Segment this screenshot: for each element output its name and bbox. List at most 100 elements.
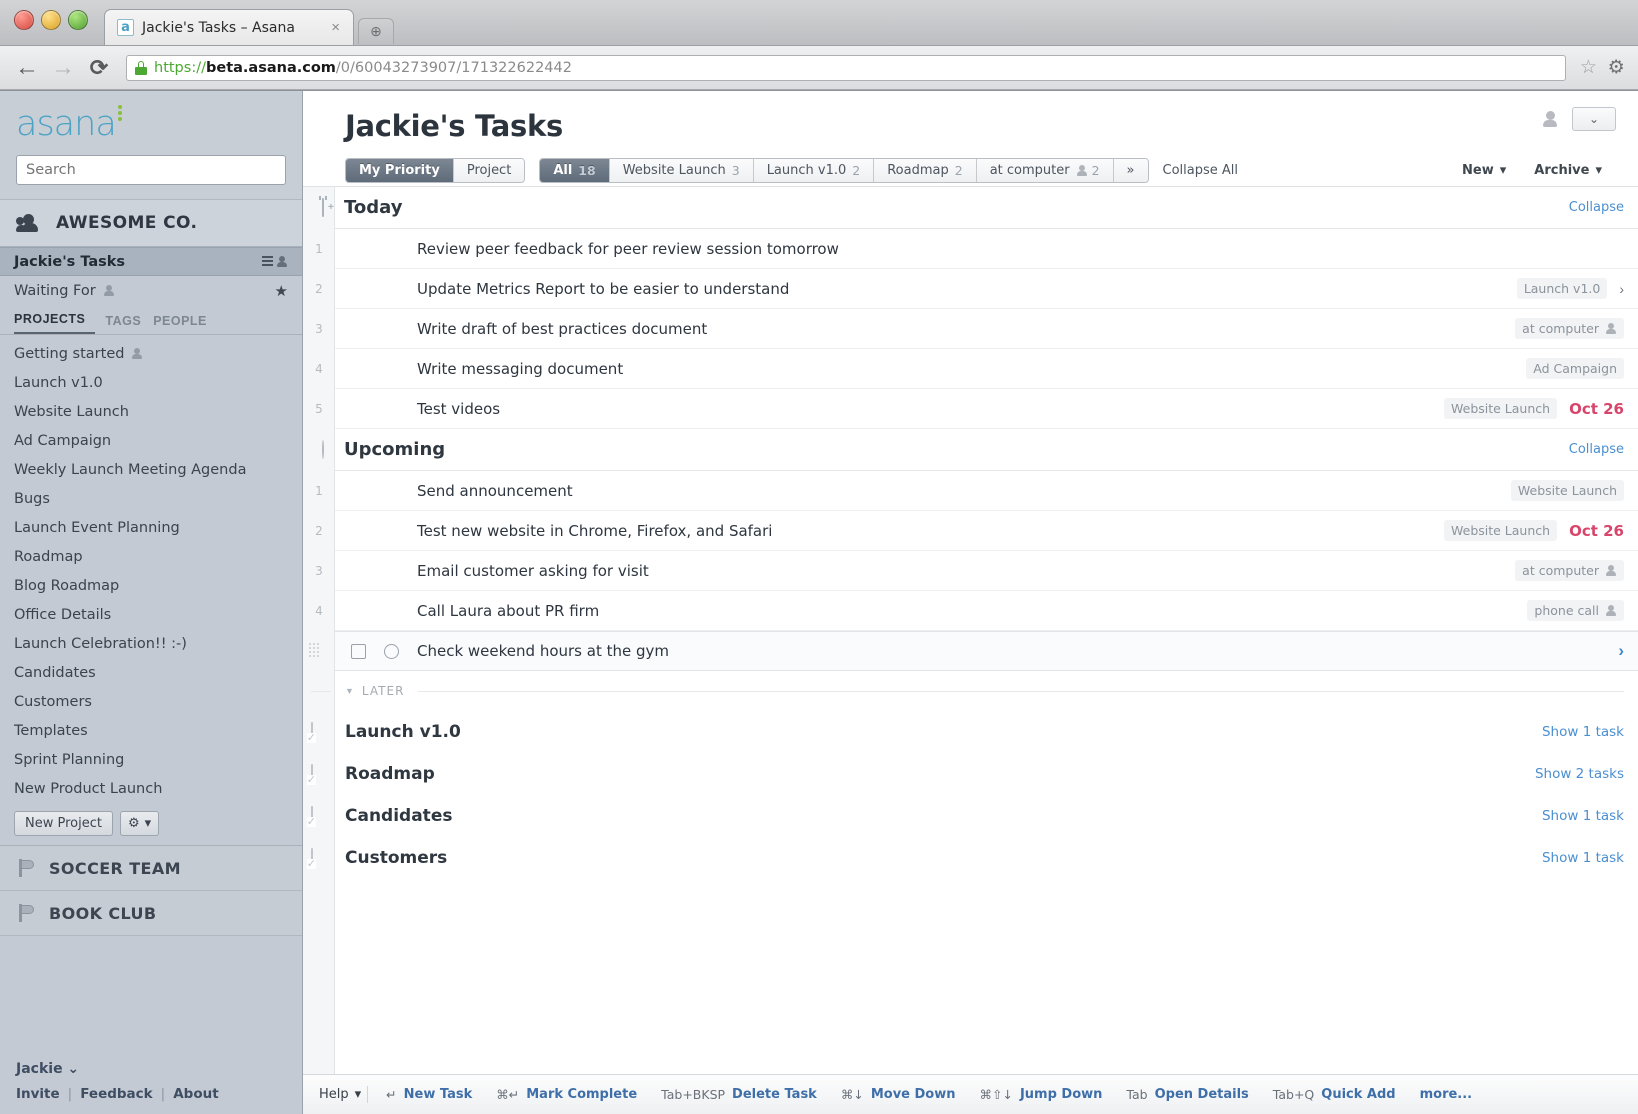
bookmark-star-icon[interactable]: ☆: [1580, 56, 1597, 79]
status-badge[interactable]: Ad Campaign: [1526, 358, 1624, 379]
chevron-right-icon[interactable]: ›: [1619, 281, 1624, 297]
status-badge[interactable]: Launch v1.0: [1517, 278, 1608, 299]
triangle-down-icon[interactable]: ▼: [345, 686, 354, 696]
collapse-section-link[interactable]: Collapse: [1569, 200, 1624, 215]
search-input[interactable]: [26, 162, 276, 178]
status-badge[interactable]: Website Launch: [1444, 398, 1557, 419]
table-row[interactable]: 3 Write draft of best practices document…: [335, 309, 1638, 349]
show-tasks-link[interactable]: Show 1 task: [1542, 850, 1624, 866]
shortcut-open-details[interactable]: Tab Open Details: [1114, 1087, 1260, 1102]
filter-overflow-button[interactable]: »: [1114, 159, 1148, 182]
close-icon[interactable]: ×: [328, 19, 343, 36]
section-header-upcoming[interactable]: Upcoming Collapse: [335, 429, 1638, 471]
table-row[interactable]: 4 Write messaging document Ad Campaign: [335, 349, 1638, 389]
window-traffic-lights[interactable]: [14, 10, 88, 30]
later-project-row[interactable]: Candidates Show 1 task: [335, 795, 1638, 837]
collapse-section-link[interactable]: Collapse: [1569, 442, 1624, 457]
filter-roadmap[interactable]: Roadmap 2: [874, 159, 976, 182]
tab-people[interactable]: PEOPLE: [153, 309, 219, 334]
shortcut-jump-down[interactable]: ⌘⇧↓ Jump Down: [968, 1087, 1115, 1102]
sidebar-item-jackies-tasks[interactable]: Jackie's Tasks: [0, 247, 302, 276]
new-tab-button[interactable]: ⊕: [358, 18, 394, 44]
project-settings-button[interactable]: ⚙ ▾: [120, 811, 159, 836]
star-icon[interactable]: ★: [275, 282, 288, 300]
filter-at-computer[interactable]: at computer 2: [977, 159, 1114, 182]
workspace-header[interactable]: AWESOME CO.: [0, 199, 302, 247]
show-tasks-link[interactable]: Show 1 task: [1542, 808, 1624, 824]
shortcut-delete-task[interactable]: Tab+BKSP Delete Task: [649, 1087, 829, 1102]
sidebar-project-getting-started[interactable]: Getting started: [0, 339, 302, 368]
address-bar[interactable]: https://beta.asana.com/0/60043273907/171…: [126, 55, 1566, 81]
table-row-selected[interactable]: Check weekend hours at the gym ›: [335, 631, 1638, 671]
tab-tags[interactable]: TAGS: [105, 309, 153, 334]
collapse-all-button[interactable]: Collapse All: [1149, 163, 1253, 178]
show-tasks-link[interactable]: Show 2 tasks: [1535, 766, 1624, 782]
filter-all[interactable]: All 18: [540, 159, 609, 182]
table-row[interactable]: 3 Email customer asking for visit at com…: [335, 551, 1638, 591]
status-badge[interactable]: phone call: [1527, 600, 1624, 621]
status-badge[interactable]: Website Launch: [1444, 520, 1557, 541]
sidebar-project-launch-v1-0[interactable]: Launch v1.0: [0, 368, 302, 397]
minimize-window-button[interactable]: [41, 10, 61, 30]
later-project-row[interactable]: Customers Show 1 task: [335, 837, 1638, 879]
shortcut-mark-complete[interactable]: ⌘↵ Mark Complete: [484, 1087, 649, 1102]
status-badge[interactable]: Website Launch: [1511, 480, 1624, 501]
close-window-button[interactable]: [14, 10, 34, 30]
browser-tab[interactable]: a Jackie's Tasks – Asana ×: [104, 9, 354, 45]
team-soccer-team[interactable]: SOCCER TEAM: [0, 846, 302, 891]
archive-menu-button[interactable]: Archive ▾: [1520, 163, 1616, 178]
filter-website-launch[interactable]: Website Launch 3: [610, 159, 754, 182]
task-complete-circle-icon[interactable]: [384, 644, 399, 659]
show-tasks-link[interactable]: Show 1 task: [1542, 724, 1624, 740]
tab-projects[interactable]: PROJECTS: [14, 307, 95, 334]
sidebar-project-roadmap[interactable]: Roadmap: [0, 542, 302, 571]
new-project-button[interactable]: New Project: [14, 811, 113, 836]
sidebar-item-waiting-for[interactable]: Waiting For ★: [0, 276, 302, 305]
shortcut-quick-add[interactable]: Tab+Q Quick Add: [1261, 1087, 1408, 1102]
table-row[interactable]: 2 Update Metrics Report to be easier to …: [335, 269, 1638, 309]
team-book-club[interactable]: BOOK CLUB: [0, 891, 302, 936]
sidebar-project-bugs[interactable]: Bugs: [0, 484, 302, 513]
table-row[interactable]: 5 Test videos Website Launch Oct 26: [335, 389, 1638, 429]
reload-icon[interactable]: ⟳: [86, 57, 112, 79]
wrench-menu-icon[interactable]: ⚙: [1602, 53, 1629, 82]
sidebar-project-blog-roadmap[interactable]: Blog Roadmap: [0, 571, 302, 600]
status-badge[interactable]: at computer: [1515, 318, 1624, 339]
sidebar-project-candidates[interactable]: Candidates: [0, 658, 302, 687]
shortcut-new-task[interactable]: ↵ New Task: [374, 1087, 484, 1102]
forward-icon[interactable]: →: [50, 56, 76, 80]
view-project[interactable]: Project: [454, 159, 524, 182]
feedback-link[interactable]: Feedback: [80, 1086, 152, 1102]
sidebar-project-new-product-launch[interactable]: New Product Launch: [0, 774, 302, 803]
due-date[interactable]: Oct 26: [1569, 400, 1624, 418]
sidebar-project-customers[interactable]: Customers: [0, 687, 302, 716]
later-project-row[interactable]: Launch v1.0 Show 1 task: [335, 711, 1638, 753]
status-badge[interactable]: at computer: [1515, 560, 1624, 581]
due-date[interactable]: Oct 26: [1569, 522, 1624, 540]
avatar-icon[interactable]: [1540, 111, 1560, 127]
sidebar-project-office-details[interactable]: Office Details: [0, 600, 302, 629]
user-menu[interactable]: Jackie ⌄: [16, 1061, 286, 1077]
about-link[interactable]: About: [173, 1086, 218, 1102]
sidebar-project-website-launch[interactable]: Website Launch: [0, 397, 302, 426]
header-dropdown-button[interactable]: ⌄: [1572, 107, 1616, 131]
table-row[interactable]: 2 Test new website in Chrome, Firefox, a…: [335, 511, 1638, 551]
filter-launch-v1-0[interactable]: Launch v1.0 2: [754, 159, 875, 182]
sidebar-project-launch-event-planning[interactable]: Launch Event Planning: [0, 513, 302, 542]
sidebar-project-weekly-launch-meeting-agenda[interactable]: Weekly Launch Meeting Agenda: [0, 455, 302, 484]
sidebar-project-launch-celebration[interactable]: Launch Celebration!! :-): [0, 629, 302, 658]
sidebar-project-sprint-planning[interactable]: Sprint Planning: [0, 745, 302, 774]
table-row[interactable]: 4 Call Laura about PR firm phone call: [335, 591, 1638, 631]
section-header-today[interactable]: + Today Collapse: [335, 187, 1638, 229]
shortcut-move-down[interactable]: ⌘↓ Move Down: [829, 1087, 968, 1102]
sidebar-project-ad-campaign[interactable]: Ad Campaign: [0, 426, 302, 455]
chevron-right-icon[interactable]: ›: [1618, 641, 1624, 661]
task-checkbox[interactable]: [351, 644, 366, 659]
asana-logo[interactable]: asana: [16, 105, 286, 143]
table-row[interactable]: 1 Review peer feedback for peer review s…: [335, 229, 1638, 269]
view-my-priority[interactable]: My Priority: [346, 159, 454, 182]
sidebar-project-templates[interactable]: Templates: [0, 716, 302, 745]
help-menu-button[interactable]: Help ▾: [319, 1087, 361, 1102]
more-shortcuts-link[interactable]: more...: [1408, 1087, 1473, 1102]
table-row[interactable]: 1 Send announcement Website Launch: [335, 471, 1638, 511]
